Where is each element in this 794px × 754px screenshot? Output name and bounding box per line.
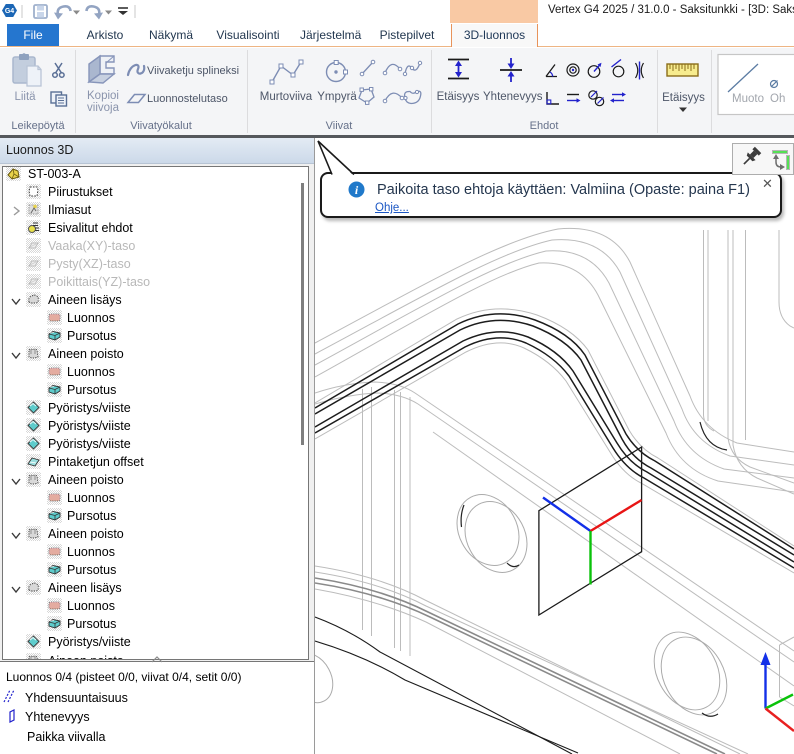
svg-text:G4: G4: [5, 8, 14, 15]
